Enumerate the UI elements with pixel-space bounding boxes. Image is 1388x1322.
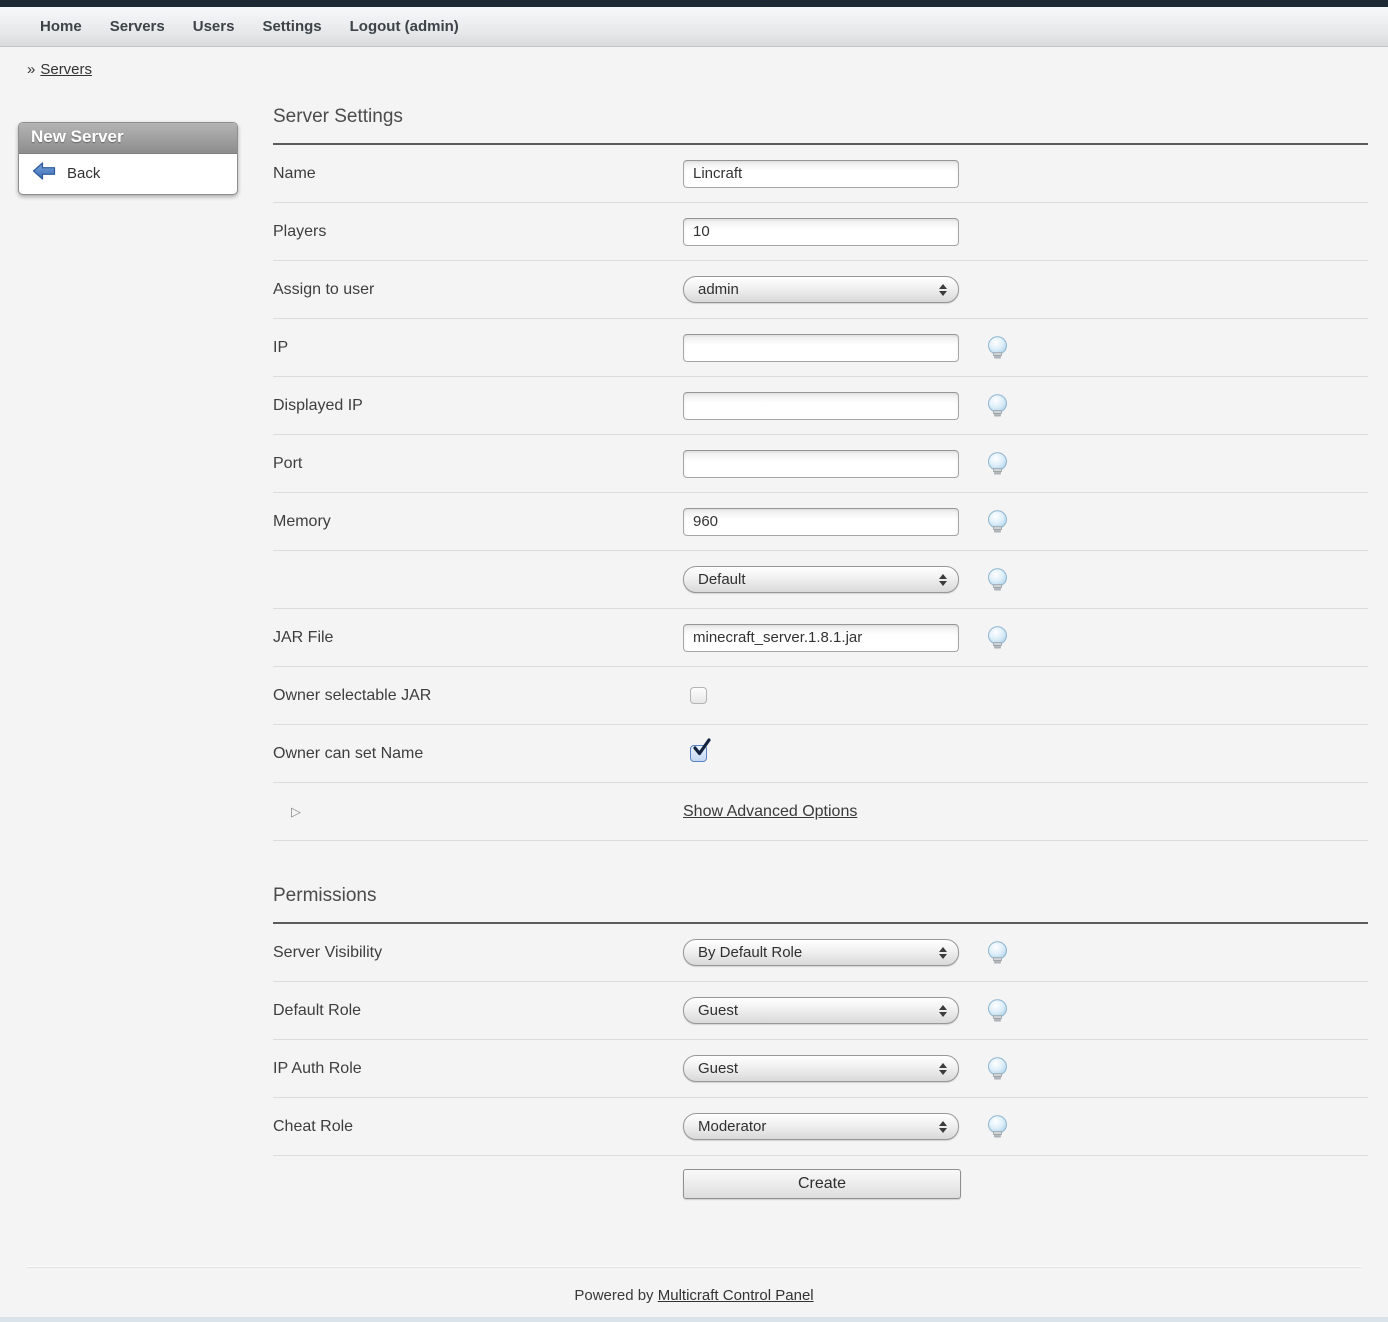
window-top-strip [0, 0, 1388, 7]
field-label: IP [273, 339, 683, 357]
form-row-displayed-ip: Displayed IP [273, 377, 1368, 435]
field-label: IP Auth Role [273, 1060, 683, 1078]
hint-bulb-icon[interactable] [986, 941, 1009, 965]
permissions-heading: Permissions [273, 885, 1368, 907]
owner-can-set-name-checkbox[interactable] [690, 745, 707, 762]
server-visibility-select[interactable]: By Default Role [683, 939, 959, 966]
hint-bulb-icon[interactable] [986, 394, 1009, 418]
form-row-memory: Memory [273, 493, 1368, 551]
owner-selectable-jar-checkbox[interactable] [690, 687, 707, 704]
field-label: JAR File [273, 629, 683, 647]
back-button-label: Back [67, 165, 100, 182]
selected-value: Guest [698, 1060, 738, 1077]
field-label: Displayed IP [273, 397, 683, 415]
form-row-port: Port [273, 435, 1368, 493]
nav-item-servers[interactable]: Servers [96, 8, 179, 45]
form-row-server-visibility: Server Visibility By Default Role [273, 924, 1368, 982]
form-row-owner-selectable-jar: Owner selectable JAR [273, 667, 1368, 725]
form-row-name: Name [273, 145, 1368, 203]
field-label: Name [273, 165, 683, 183]
field-label: Server Visibility [273, 944, 683, 962]
nav-item-users[interactable]: Users [179, 8, 249, 45]
form-row-players: Players [273, 203, 1368, 261]
stepper-icon [939, 284, 947, 296]
stepper-icon [939, 1121, 947, 1133]
field-label: Cheat Role [273, 1118, 683, 1136]
footer: Powered by Multicraft Control Panel [27, 1267, 1361, 1304]
form-row-ip: IP [273, 319, 1368, 377]
main-content: Server Settings Name Players Assign to u… [273, 106, 1368, 1229]
default-select[interactable]: Default [683, 566, 959, 593]
field-label: Players [273, 223, 683, 241]
selected-value: admin [698, 281, 739, 298]
selected-value: Moderator [698, 1118, 766, 1135]
cheat-role-select[interactable]: Moderator [683, 1113, 959, 1140]
selected-value: Guest [698, 1002, 738, 1019]
hint-bulb-icon[interactable] [986, 510, 1009, 534]
hint-bulb-icon[interactable] [986, 999, 1009, 1023]
field-label: Assign to user [273, 281, 683, 299]
assign-to-user-select[interactable]: admin [683, 276, 959, 303]
hint-bulb-icon[interactable] [986, 568, 1009, 592]
name-field[interactable] [683, 160, 959, 188]
nav-item-home[interactable]: Home [26, 8, 96, 45]
form-row-advanced-options: ▷ Show Advanced Options [273, 783, 1368, 841]
hint-bulb-icon[interactable] [986, 1057, 1009, 1081]
stepper-icon [939, 1063, 947, 1075]
form-row-default: Default [273, 551, 1368, 609]
main-nav: Home Servers Users Settings Logout (admi… [0, 7, 1388, 47]
default-role-select[interactable]: Guest [683, 997, 959, 1024]
jar-file-field[interactable] [683, 624, 959, 652]
bottom-strip [0, 1317, 1388, 1322]
form-row-owner-can-set-name: Owner can set Name [273, 725, 1368, 783]
breadcrumb-marker: » [27, 61, 35, 78]
port-field[interactable] [683, 450, 959, 478]
field-label: Memory [273, 513, 683, 531]
footer-text: Powered by [574, 1287, 653, 1304]
server-settings-heading: Server Settings [273, 106, 1368, 128]
form-row-cheat-role: Cheat Role Moderator [273, 1098, 1368, 1156]
panel-title: New Server [19, 123, 237, 154]
ip-auth-role-select[interactable]: Guest [683, 1055, 959, 1082]
nav-item-settings[interactable]: Settings [248, 8, 335, 45]
show-advanced-options-link[interactable]: Show Advanced Options [683, 803, 857, 821]
selected-value: Default [698, 571, 746, 588]
create-button[interactable]: Create [683, 1169, 961, 1199]
hint-bulb-icon[interactable] [986, 1115, 1009, 1139]
hint-bulb-icon[interactable] [986, 626, 1009, 650]
field-label: Default Role [273, 1002, 683, 1020]
breadcrumb: » Servers [27, 61, 1388, 78]
form-row-assign-to-user: Assign to user admin [273, 261, 1368, 319]
field-label: Owner can set Name [273, 745, 683, 763]
players-field[interactable] [683, 218, 959, 246]
nav-item-logout[interactable]: Logout (admin) [336, 8, 473, 45]
create-row: Create [273, 1156, 1368, 1229]
triangle-collapsed-icon[interactable]: ▷ [291, 804, 301, 819]
hint-bulb-icon[interactable] [986, 336, 1009, 360]
field-label: Port [273, 455, 683, 473]
ip-field[interactable] [683, 334, 959, 362]
form-row-ip-auth-role: IP Auth Role Guest [273, 1040, 1368, 1098]
back-button[interactable]: Back [19, 154, 237, 194]
stepper-icon [939, 574, 947, 586]
stepper-icon [939, 1005, 947, 1017]
hint-bulb-icon[interactable] [986, 452, 1009, 476]
multicraft-link[interactable]: Multicraft Control Panel [658, 1287, 814, 1304]
field-label: Owner selectable JAR [273, 687, 683, 705]
memory-field[interactable] [683, 508, 959, 536]
selected-value: By Default Role [698, 944, 802, 961]
back-arrow-icon [32, 162, 56, 185]
form-row-jar-file: JAR File [273, 609, 1368, 667]
displayed-ip-field[interactable] [683, 392, 959, 420]
stepper-icon [939, 947, 947, 959]
new-server-panel: New Server Back [18, 122, 238, 195]
form-row-default-role: Default Role Guest [273, 982, 1368, 1040]
breadcrumb-link-servers[interactable]: Servers [40, 61, 92, 78]
